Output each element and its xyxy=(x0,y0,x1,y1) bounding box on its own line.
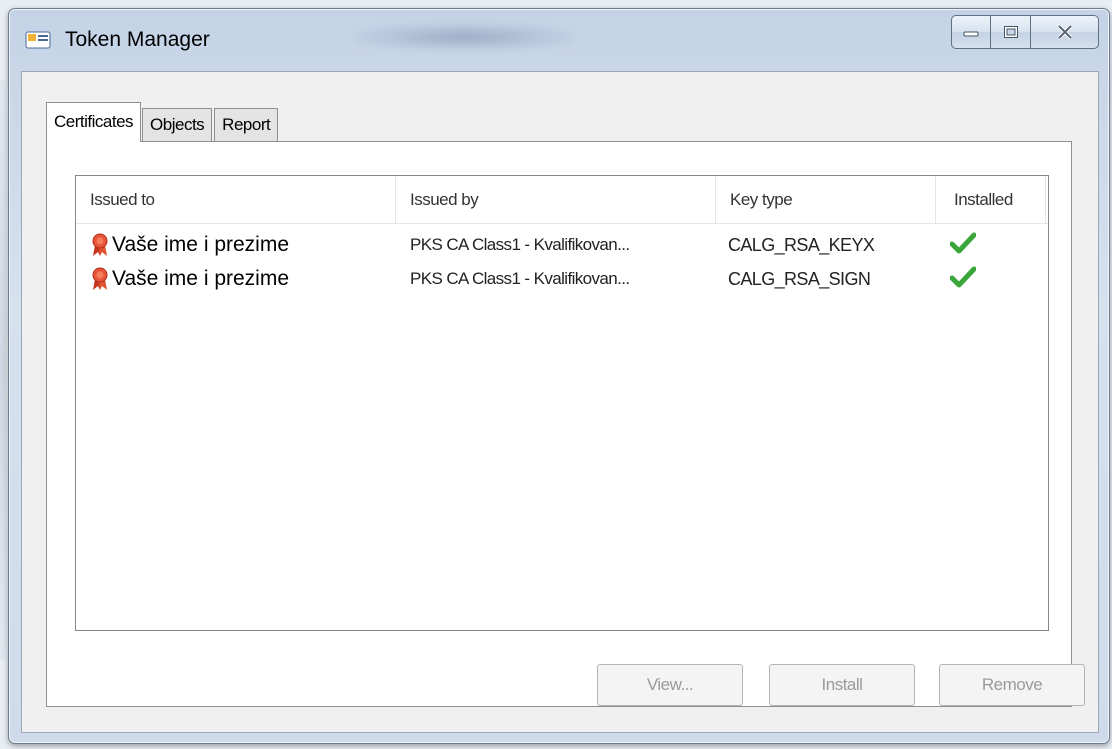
column-key-type[interactable]: Key type xyxy=(716,176,936,223)
tab-certificates[interactable]: Certificates xyxy=(46,102,142,142)
remove-button[interactable]: Remove xyxy=(939,664,1085,706)
key-type-text: CALG_RSA_KEYX xyxy=(728,234,875,255)
checkmark-icon xyxy=(949,232,977,253)
column-issued-to[interactable]: Issued to xyxy=(76,176,396,223)
minimize-icon xyxy=(963,31,979,37)
issued-by-text: PKS CA Class1 - Kvalifikovan... xyxy=(410,269,630,288)
checkmark-icon xyxy=(949,266,977,287)
certificate-list[interactable]: Issued to Issued by Key type Installed V… xyxy=(75,175,1049,631)
window-edge xyxy=(0,80,6,660)
maximize-button[interactable] xyxy=(991,15,1031,49)
issued-to-cell: Vaše ime i prezime xyxy=(76,267,396,291)
issued-to-text: Vaše ime i prezime xyxy=(112,233,290,256)
tab-report[interactable]: Report xyxy=(214,108,279,142)
close-button[interactable] xyxy=(1031,15,1099,49)
title-bar[interactable]: Token Manager xyxy=(9,9,1109,71)
installed-cell xyxy=(936,266,1046,293)
tab-objects[interactable]: Objects xyxy=(142,108,213,142)
app-window-icon xyxy=(25,31,51,49)
certificate-icon xyxy=(92,233,108,256)
maximize-icon xyxy=(1003,26,1018,38)
token-manager-window: Token Manager Certificates Objects Repor… xyxy=(8,8,1110,744)
close-icon xyxy=(1057,24,1072,40)
issued-to-cell: Vaše ime i prezime xyxy=(76,233,396,257)
column-installed[interactable]: Installed xyxy=(936,176,1046,223)
table-row[interactable]: Vaše ime i prezime PKS CA Class1 - Kvali… xyxy=(76,228,1048,262)
key-type-text: CALG_RSA_SIGN xyxy=(728,268,871,289)
window-controls xyxy=(951,15,1099,49)
minimize-button[interactable] xyxy=(951,15,991,49)
issued-to-text: Vaše ime i prezime xyxy=(112,267,290,290)
installed-cell xyxy=(936,232,1046,259)
blurred-background-title xyxy=(354,23,574,51)
certificate-icon xyxy=(92,267,108,290)
table-row[interactable]: Vaše ime i prezime PKS CA Class1 - Kvali… xyxy=(76,262,1048,296)
window-title: Token Manager xyxy=(65,28,210,51)
view-button[interactable]: View... xyxy=(597,664,743,706)
list-header: Issued to Issued by Key type Installed xyxy=(76,176,1048,224)
issued-by-text: PKS CA Class1 - Kvalifikovan... xyxy=(410,235,630,254)
tab-strip: Certificates Objects Report xyxy=(46,102,279,142)
certificates-panel: Issued to Issued by Key type Installed V… xyxy=(46,141,1085,707)
install-button[interactable]: Install xyxy=(769,664,915,706)
client-area: Certificates Objects Report Issued to Is… xyxy=(21,71,1099,733)
column-issued-by[interactable]: Issued by xyxy=(396,176,716,223)
